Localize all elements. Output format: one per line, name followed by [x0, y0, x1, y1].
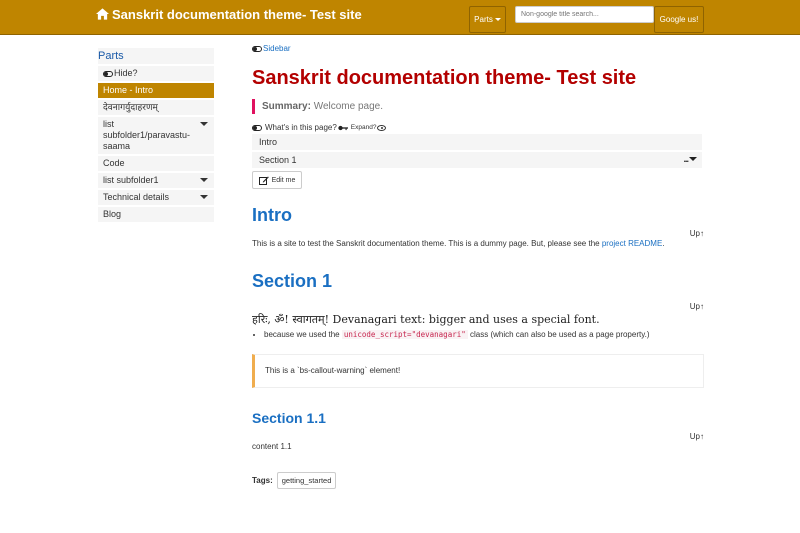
code-snippet: unicode_script="devanagari"	[341, 330, 468, 339]
sidebar-item-home-intro[interactable]: Home - Intro	[98, 83, 214, 98]
intro-end: .	[662, 239, 665, 248]
caret-down-icon	[494, 18, 501, 21]
caret-down-icon[interactable]	[689, 157, 697, 161]
brand-label: Sanskrit documentation theme- Test site	[112, 6, 362, 22]
content-1-1: content 1.1	[252, 442, 292, 451]
sidebar-item-list-subfolder1-paravastu[interactable]: list subfolder1/paravastu-saama	[98, 117, 214, 154]
toggle-icon[interactable]	[252, 124, 262, 131]
list-item: because we used the unicode_script="deva…	[264, 330, 704, 339]
sidebar-item-code[interactable]: Code	[98, 156, 214, 171]
intro-heading: Intro	[252, 205, 292, 225]
bullet-post: class (which can also be used as a page …	[470, 330, 650, 339]
page-title: Sanskrit documentation theme- Test site	[252, 67, 637, 89]
intro-paragraph: This is a site to test the Sanskrit docu…	[252, 238, 704, 249]
top-navbar: Sanskrit documentation theme- Test site …	[0, 0, 800, 35]
toc-label: What's in this page?	[265, 123, 337, 132]
sidebar-item-label: list subfolder1/paravastu-saama	[103, 119, 191, 151]
up-link[interactable]: Up↑	[252, 432, 704, 441]
up-link[interactable]: Up↑	[252, 302, 704, 311]
intro-text: This is a site to test the Sanskrit docu…	[252, 239, 600, 248]
sidebar-item-blog[interactable]: Blog	[98, 207, 214, 222]
toggle-icon	[252, 45, 262, 52]
search-input[interactable]	[515, 6, 654, 23]
sidebar-item-label: Technical details	[103, 192, 170, 202]
sidebar-item-devanagari[interactable]: देवनागर्युदाहरणम्	[98, 100, 214, 115]
devanagari-line: हरिः, ॐ! स्वागतम्! Devanagari text: bigg…	[252, 313, 600, 326]
edit-icon	[258, 176, 269, 185]
sidebar-item-technical-details[interactable]: Technical details	[98, 190, 214, 205]
summary-block: Summary: Welcome page.	[252, 99, 704, 114]
sidebar-item-label: list subfolder1	[103, 175, 159, 185]
bullet-pre: because we used the	[264, 330, 340, 339]
sidebar-toggle-link[interactable]: Sidebar	[252, 44, 704, 53]
toc-item-section-1[interactable]: Section 1 ...	[252, 152, 702, 168]
callout-warning: This is a `bs-callout-warning` element!	[252, 354, 704, 388]
sidebar-item-hide[interactable]: Hide?	[98, 66, 214, 81]
sidebar-title: Parts	[98, 48, 214, 64]
key-icon	[338, 125, 348, 130]
summary-label: Summary:	[262, 101, 311, 112]
sidebar-item-label: Hide?	[114, 68, 138, 78]
project-readme-link[interactable]: project README	[602, 239, 662, 248]
toc-item-intro[interactable]: Intro	[252, 134, 702, 150]
sidebar-item-list-subfolder1[interactable]: list subfolder1	[98, 173, 214, 188]
bullet-list: because we used the unicode_script="deva…	[264, 330, 704, 339]
more-ellipsis[interactable]: ...	[683, 151, 688, 167]
sidebar-link-label: Sidebar	[263, 44, 291, 53]
caret-down-icon	[200, 195, 208, 199]
section-1-heading: Section 1	[252, 271, 333, 291]
toc-item-label: Section 1	[259, 155, 297, 165]
edit-label: Edit me	[271, 176, 296, 184]
parts-dropdown-button[interactable]: Parts	[469, 6, 506, 33]
tags-label: Tags:	[252, 476, 273, 485]
site-brand[interactable]: Sanskrit documentation theme- Test site	[96, 6, 362, 22]
up-link[interactable]: Up↑	[252, 229, 704, 238]
home-icon	[96, 8, 109, 20]
caret-down-icon	[200, 122, 208, 126]
google-search-button[interactable]: Google us!	[654, 6, 704, 33]
tag-getting-started[interactable]: getting_started	[276, 472, 337, 489]
tags-row: Tags: getting_started	[252, 472, 704, 489]
toc-expand-label[interactable]: Expand?	[351, 124, 377, 131]
parts-label: Parts	[474, 15, 493, 24]
main-content: Sidebar Sanskrit documentation theme- Te…	[252, 44, 704, 489]
toggle-icon	[103, 70, 113, 77]
eye-icon[interactable]	[377, 124, 387, 131]
summary-text: Welcome page.	[313, 101, 383, 112]
sidebar: Parts Hide? Home - Intro देवनागर्युदाहरण…	[98, 48, 214, 222]
caret-down-icon	[200, 178, 208, 182]
section-1-1-heading: Section 1.1	[252, 410, 326, 426]
toc-header: What's in this page? Expand?	[252, 123, 704, 132]
edit-me-button[interactable]: Edit me	[252, 171, 302, 189]
